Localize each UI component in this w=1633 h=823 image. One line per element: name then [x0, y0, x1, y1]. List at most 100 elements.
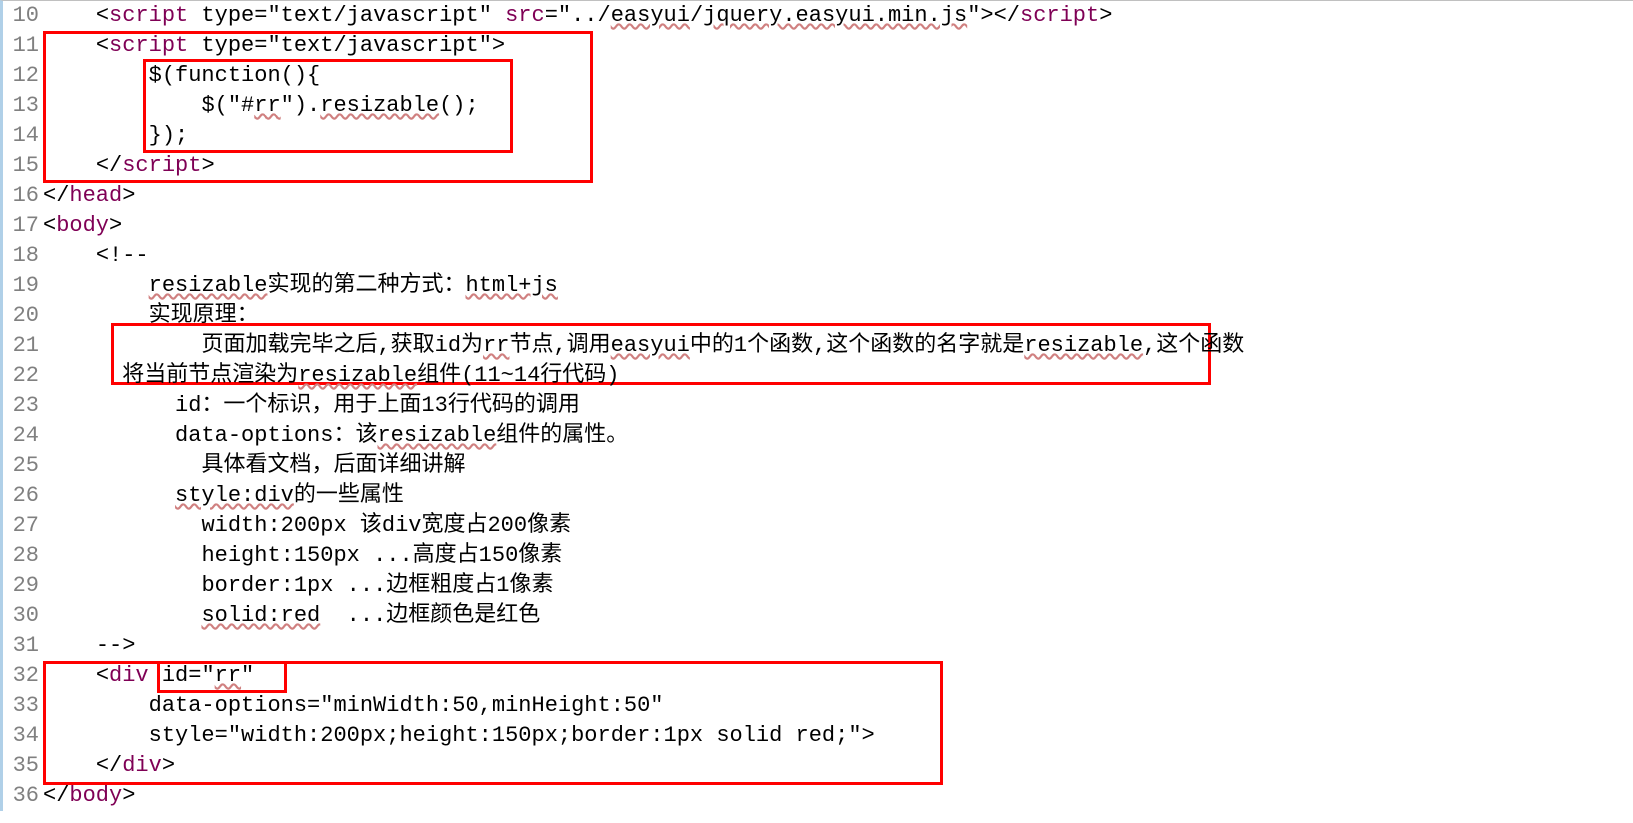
code-token: = [545, 3, 558, 28]
code-editor[interactable]: 1011121314151617181920212223242526272829… [0, 0, 1633, 811]
code-token: easyui [611, 3, 690, 28]
code-token: script [122, 153, 201, 178]
code-token: (); [439, 93, 479, 118]
code-token: </ [96, 753, 122, 778]
line-number: 13 [3, 91, 39, 121]
code-line[interactable]: 实现原理： [43, 301, 1633, 331]
code-line[interactable]: <body> [43, 211, 1633, 241]
code-token: src [505, 3, 545, 28]
code-token: style:div [175, 483, 294, 508]
code-line[interactable]: border:1px ...边框粗度占1像素 [43, 571, 1633, 601]
code-line[interactable]: <!-- [43, 241, 1633, 271]
code-token: data-options：该 [175, 423, 377, 448]
code-token: 的一些属性 [294, 483, 404, 508]
code-token: > [122, 183, 135, 208]
line-number: 19 [3, 271, 39, 301]
code-token: div [109, 663, 149, 688]
code-token: width:200px 该div宽度占200像素 [201, 513, 571, 538]
line-number: 11 [3, 31, 39, 61]
code-line[interactable]: --> [43, 631, 1633, 661]
code-token: "). [281, 93, 321, 118]
code-token: > [122, 783, 135, 808]
line-number: 27 [3, 511, 39, 541]
code-token: script [109, 3, 188, 28]
code-line[interactable]: height:150px ...高度占150像素 [43, 541, 1633, 571]
code-token: }); [149, 123, 189, 148]
line-number: 15 [3, 151, 39, 181]
code-line[interactable]: 具体看文档，后面详细讲解 [43, 451, 1633, 481]
code-token: > [492, 33, 505, 58]
line-number: 20 [3, 301, 39, 331]
code-token: script [109, 33, 188, 58]
code-token: "></ [967, 3, 1020, 28]
code-token: html+js [465, 273, 557, 298]
code-token: > [162, 753, 175, 778]
code-line[interactable]: id：一个标识，用于上面13行代码的调用 [43, 391, 1633, 421]
code-token: resizable [149, 273, 268, 298]
code-token: resizable [298, 363, 417, 388]
code-token: type= [188, 33, 267, 58]
code-area[interactable]: <script type="text/javascript" src="../e… [43, 1, 1633, 811]
code-token: body [56, 213, 109, 238]
code-line[interactable]: </div> [43, 751, 1633, 781]
line-number: 21 [3, 331, 39, 361]
line-number: 18 [3, 241, 39, 271]
code-line[interactable]: <div id="rr" [43, 661, 1633, 691]
code-token: 节点,调用 [509, 333, 610, 358]
line-number: 30 [3, 601, 39, 631]
code-token: div [122, 753, 162, 778]
code-token: 将当前节点渲染为 [122, 363, 298, 388]
code-token: border:1px ...边框粗度占1像素 [201, 573, 553, 598]
line-number: 10 [3, 1, 39, 31]
code-line[interactable]: style="width:200px;height:150px;border:1… [43, 721, 1633, 751]
code-token: head [69, 183, 122, 208]
line-number: 17 [3, 211, 39, 241]
code-line[interactable]: solid:red ...边框颜色是红色 [43, 601, 1633, 631]
code-token: $(function(){ [149, 63, 321, 88]
code-line[interactable]: <script type="text/javascript" src="../e… [43, 1, 1633, 31]
code-token: 页面加载完毕之后,获取id为 [201, 333, 483, 358]
code-token: 组件的属性。 [496, 423, 628, 448]
code-line[interactable]: $(function(){ [43, 61, 1633, 91]
code-token: rr [254, 93, 280, 118]
code-token: > [1099, 3, 1112, 28]
code-line[interactable]: style:div的一些属性 [43, 481, 1633, 511]
code-line[interactable]: data-options：该resizable组件的属性。 [43, 421, 1633, 451]
code-token: solid:red [201, 603, 320, 628]
line-number: 25 [3, 451, 39, 481]
code-line[interactable]: data-options="minWidth:50,minHeight:50" [43, 691, 1633, 721]
code-line[interactable]: }); [43, 121, 1633, 151]
code-line[interactable]: </body> [43, 781, 1633, 811]
line-number-gutter: 1011121314151617181920212223242526272829… [3, 1, 43, 811]
code-token: resizable [377, 423, 496, 448]
code-line[interactable]: <script type="text/javascript"> [43, 31, 1633, 61]
code-token: id= [149, 663, 202, 688]
code-line[interactable]: 页面加载完毕之后,获取id为rr节点,调用easyui中的1个函数,这个函数的名… [43, 331, 1633, 361]
code-token: 具体看文档，后面详细讲解 [201, 453, 465, 478]
code-line[interactable]: $("#rr").resizable(); [43, 91, 1633, 121]
line-number: 29 [3, 571, 39, 601]
code-line[interactable]: </head> [43, 181, 1633, 211]
line-number: 12 [3, 61, 39, 91]
code-token: ...边框颜色是红色 [320, 603, 540, 628]
code-line[interactable]: 将当前节点渲染为resizable组件(11~14行代码) [43, 361, 1633, 391]
code-token: < [96, 663, 109, 688]
code-token: rr [483, 333, 509, 358]
code-line[interactable]: width:200px 该div宽度占200像素 [43, 511, 1633, 541]
code-token: type= [188, 3, 267, 28]
code-token: resizable [1024, 333, 1143, 358]
line-number: 24 [3, 421, 39, 451]
line-number: 22 [3, 361, 39, 391]
code-line[interactable]: </script> [43, 151, 1633, 181]
line-number: 36 [3, 781, 39, 811]
code-line[interactable]: resizable实现的第二种方式：html+js [43, 271, 1633, 301]
code-token: ,这个函数 [1143, 333, 1244, 358]
line-number: 34 [3, 721, 39, 751]
code-token: "text/javascript" [267, 33, 491, 58]
code-token: < [43, 213, 56, 238]
code-token: easyui [611, 333, 690, 358]
code-token: --> [96, 633, 136, 658]
code-token: / [690, 3, 703, 28]
code-token: < [96, 3, 109, 28]
code-token: id：一个标识，用于上面13行代码的调用 [175, 393, 580, 418]
